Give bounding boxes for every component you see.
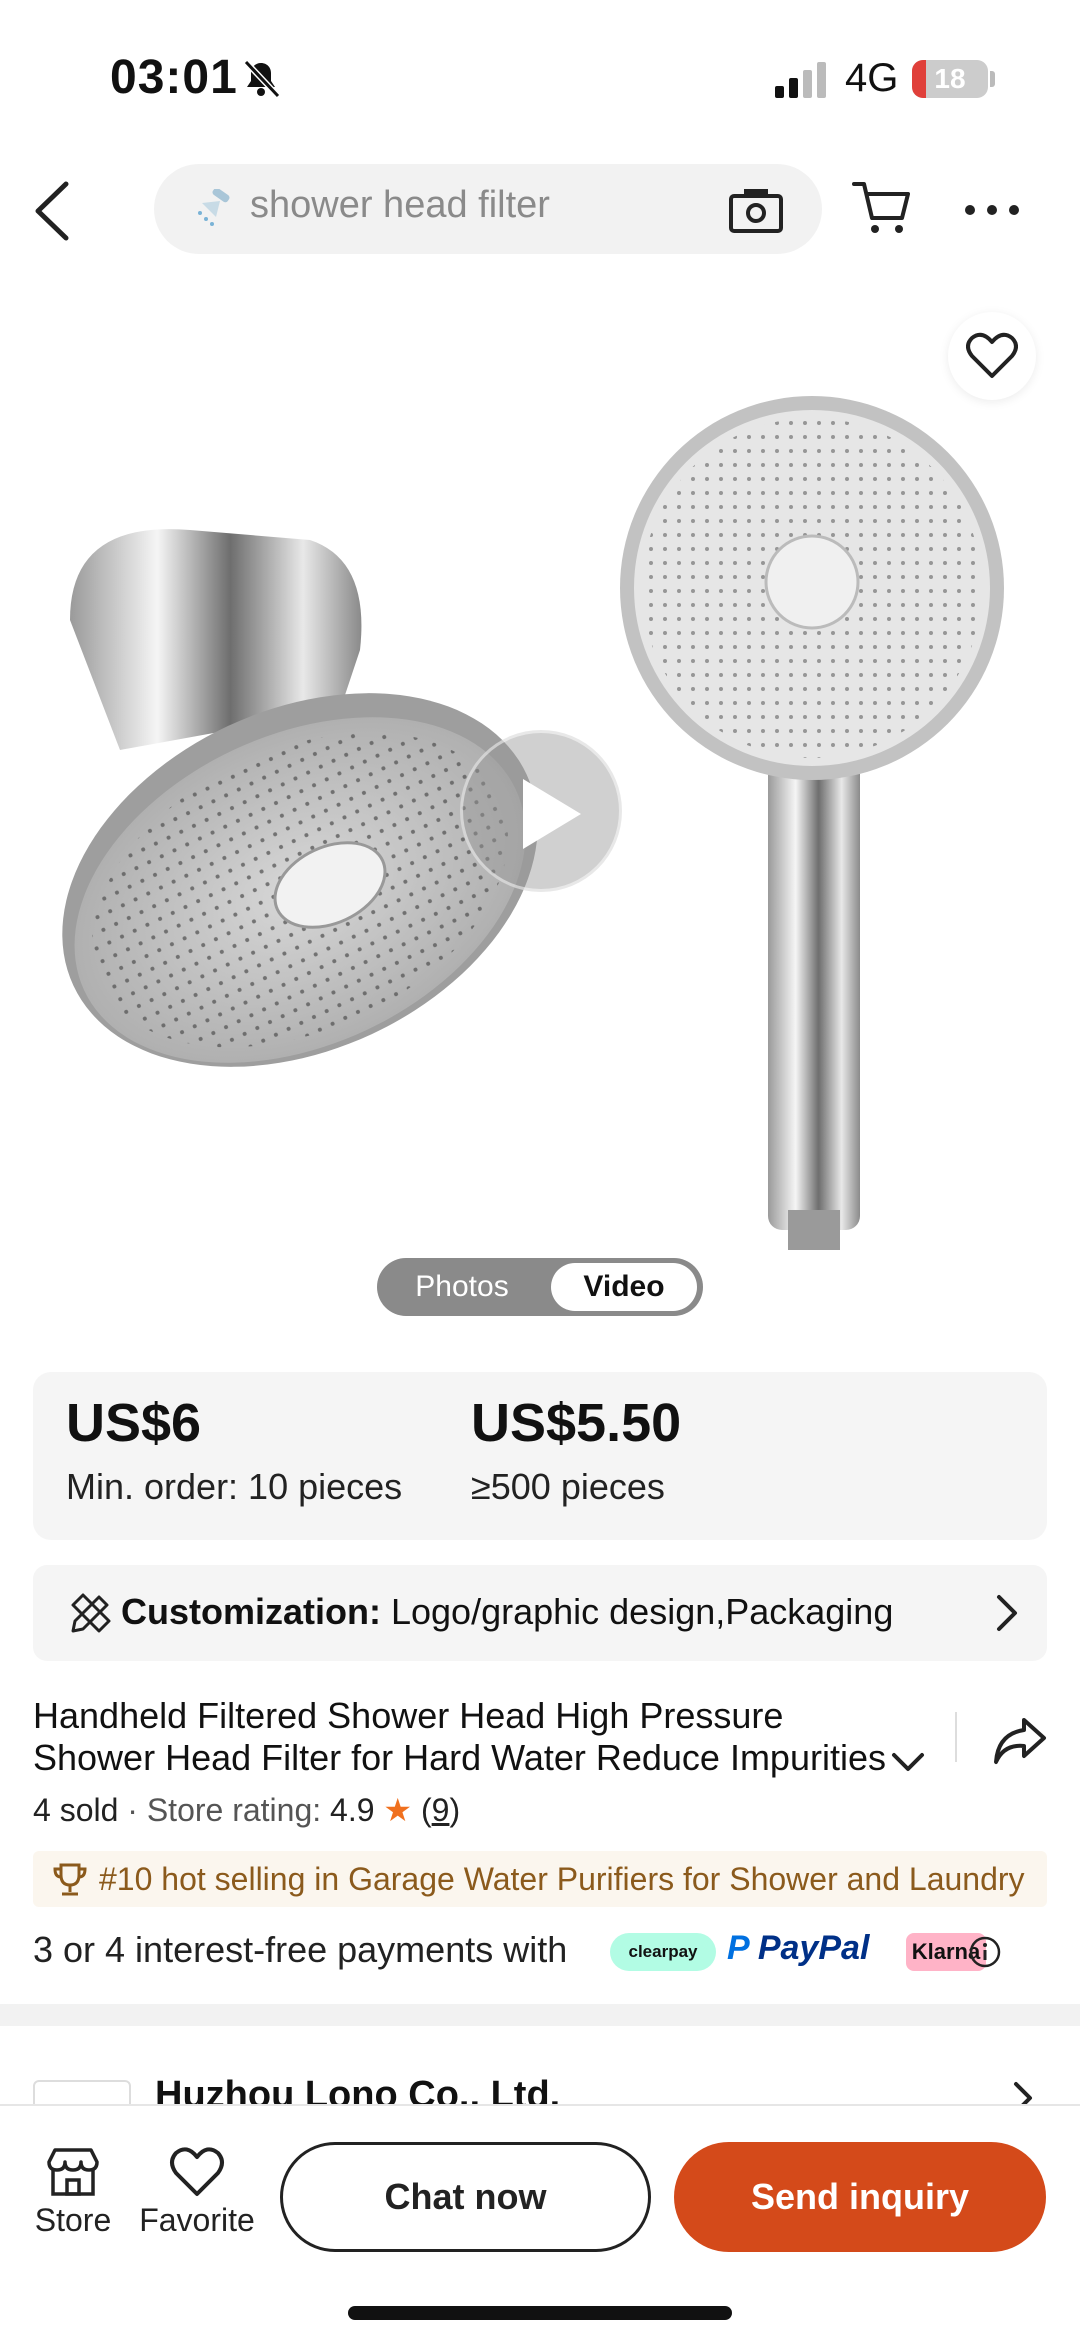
- price-tier: US$6 Min. order: 10 pieces: [66, 1392, 402, 1508]
- tab-photos[interactable]: Photos: [377, 1258, 547, 1316]
- store-rating-label: Store rating:: [146, 1792, 331, 1828]
- product-meta: 4 sold · Store rating: 4.9 ★ (9): [33, 1791, 460, 1829]
- price-value: US$6: [66, 1393, 202, 1453]
- customization-text: Customization: Logo/graphic design,Packa…: [121, 1591, 893, 1633]
- trophy-icon: [53, 1863, 87, 1896]
- heart-icon: [170, 2147, 224, 2196]
- network-label: 4G: [845, 56, 899, 100]
- info-icon[interactable]: [968, 1935, 1002, 1969]
- price-tiers: US$6 Min. order: 10 pieces US$5.50 ≥500 …: [33, 1372, 1047, 1540]
- product-title-block: Handheld Filtered Shower Head High Press…: [33, 1695, 933, 1779]
- favorite-button[interactable]: Favorite: [136, 2146, 258, 2239]
- send-inquiry-button[interactable]: Send inquiry: [674, 2142, 1046, 2252]
- rating-count-open: (: [420, 1792, 432, 1828]
- paypal-logo: P PayPal: [727, 1929, 869, 1968]
- supplier-row[interactable]: Huzhou Lono Co., Ltd.: [0, 2040, 1080, 2104]
- bell-muted-icon: [243, 59, 281, 99]
- battery-cap: [990, 71, 995, 87]
- store-button[interactable]: Store: [33, 2146, 113, 2239]
- battery-icon: 18: [912, 60, 988, 98]
- store-label: Store: [34, 2202, 112, 2238]
- supplier-name: Huzhou Lono Co., Ltd.: [155, 2074, 561, 2104]
- paypal-wordmark: PayPal: [757, 1929, 870, 1967]
- cart-icon[interactable]: [852, 180, 912, 236]
- search-header: shower head filter: [0, 150, 1080, 270]
- back-icon[interactable]: [24, 176, 84, 246]
- price-quantity: Min. order: 10 pieces: [66, 1466, 403, 1507]
- product-gallery[interactable]: Photos Video: [0, 290, 1080, 1340]
- customization-row[interactable]: Customization: Logo/graphic design,Packa…: [33, 1565, 1047, 1661]
- rating-count-close: ): [449, 1792, 461, 1828]
- battery-level: 18: [934, 63, 966, 94]
- tab-video[interactable]: Video: [551, 1263, 697, 1311]
- hot-selling-text: #10 hot selling in Garage Water Purifier…: [99, 1861, 1025, 1897]
- media-toggle: Photos Video: [377, 1258, 703, 1316]
- payment-text: 3 or 4 interest-free payments with: [33, 1929, 568, 1970]
- paypal-mark: P: [727, 1929, 749, 1967]
- search-query: shower head filter: [250, 184, 550, 226]
- chevron-right-icon: [1014, 2082, 1032, 2104]
- supplier-logo: [33, 2080, 131, 2104]
- status-time: 03:01: [110, 51, 238, 104]
- status-bar: 03:01 4G 18: [0, 0, 1080, 150]
- sold-count: 4 sold: [33, 1792, 119, 1828]
- price-tier: US$5.50 ≥500 pieces: [471, 1392, 681, 1508]
- store-icon: [47, 2148, 99, 2196]
- customization-label: Customization:: [121, 1591, 381, 1632]
- divider: [955, 1712, 957, 1762]
- favorite-toggle[interactable]: [948, 312, 1036, 400]
- product-title: Handheld Filtered Shower Head High Press…: [33, 1695, 886, 1778]
- rating-count-link[interactable]: 9: [432, 1792, 450, 1828]
- store-rating-value: 4.9: [330, 1792, 375, 1828]
- share-icon[interactable]: [992, 1712, 1048, 1768]
- clearpay-logo: clearpay: [610, 1933, 716, 1971]
- hot-selling-badge[interactable]: #10 hot selling in Garage Water Purifier…: [33, 1851, 1047, 1907]
- chevron-down-icon[interactable]: [888, 1747, 928, 1777]
- price-quantity: ≥500 pieces: [471, 1466, 665, 1507]
- section-divider: [0, 2004, 1080, 2026]
- meta-separator: ·: [118, 1792, 147, 1828]
- signal-icon: [775, 62, 826, 98]
- camera-icon[interactable]: [728, 186, 784, 234]
- chat-now-button[interactable]: Chat now: [280, 2142, 651, 2252]
- play-icon: [523, 779, 581, 849]
- play-video-button[interactable]: [460, 730, 622, 892]
- home-indicator: [348, 2306, 732, 2320]
- payment-options: 3 or 4 interest-free payments with clear…: [33, 1925, 1047, 1979]
- heart-icon: [966, 332, 1018, 378]
- star-icon: ★: [383, 1792, 413, 1828]
- chevron-right-icon: [997, 1595, 1017, 1631]
- search-input[interactable]: shower head filter: [154, 164, 822, 254]
- customization-icon: [71, 1593, 111, 1633]
- more-icon[interactable]: [962, 202, 1022, 218]
- shower-icon: [198, 189, 230, 226]
- favorite-label: Favorite: [139, 2202, 255, 2238]
- price-value: US$5.50: [471, 1393, 682, 1453]
- customization-value: Logo/graphic design,Packaging: [380, 1591, 894, 1632]
